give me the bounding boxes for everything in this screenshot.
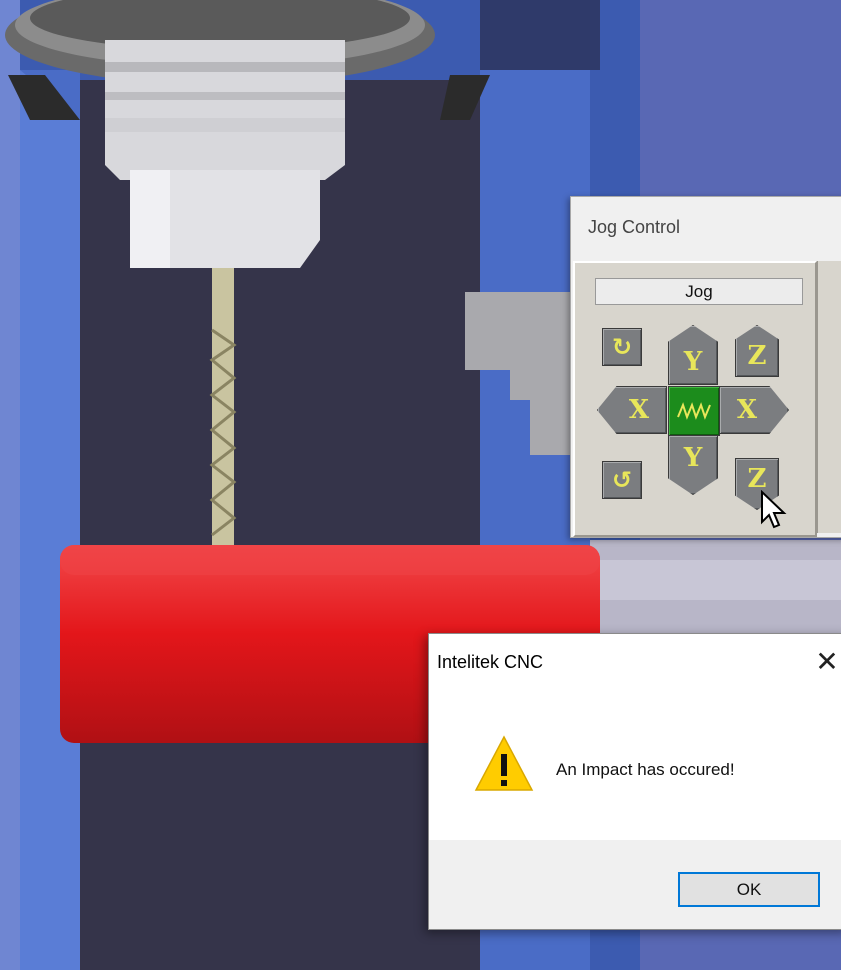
z-up-label: Z [747,341,767,371]
impact-dialog: Intelitek CNC ✕ An Impact has occured! O… [428,633,841,930]
y-plus-button[interactable]: Y [668,325,718,385]
y-minus-label: Y [683,443,703,473]
close-icon[interactable]: ✕ [811,646,841,678]
z-up-button[interactable]: Z [735,325,779,377]
y-minus-button[interactable]: Y [668,435,718,495]
jog-control-title: Jog Control [588,217,681,237]
y-plus-label: Y [683,347,703,377]
jog-side-panel [817,261,841,533]
warning-icon [474,735,534,791]
rotate-ccw-icon: ↺ [611,466,633,494]
x-minus-button[interactable]: X [597,386,667,434]
ok-button[interactable]: OK [678,872,820,907]
mouse-pointer-icon [761,490,787,529]
rotate-ccw-button[interactable]: ↺ [602,461,642,499]
jog-control-window: Jog Control Jog ↻ Y Z X X ↺ Y Z [570,196,841,538]
dialog-message: An Impact has occured! [556,760,735,779]
continuous-mode-button[interactable] [668,386,720,436]
x-plus-button[interactable]: X [719,386,789,434]
dialog-footer: OK [429,840,841,929]
x-minus-label: X [628,395,650,425]
dialog-title: Intelitek CNC [437,652,544,672]
rotate-cw-button[interactable]: ↻ [602,328,642,366]
rotate-cw-icon: ↻ [611,333,633,361]
jog-panel-label: Jog [595,278,803,305]
x-plus-label: X [736,395,758,425]
wave-icon [677,402,711,420]
